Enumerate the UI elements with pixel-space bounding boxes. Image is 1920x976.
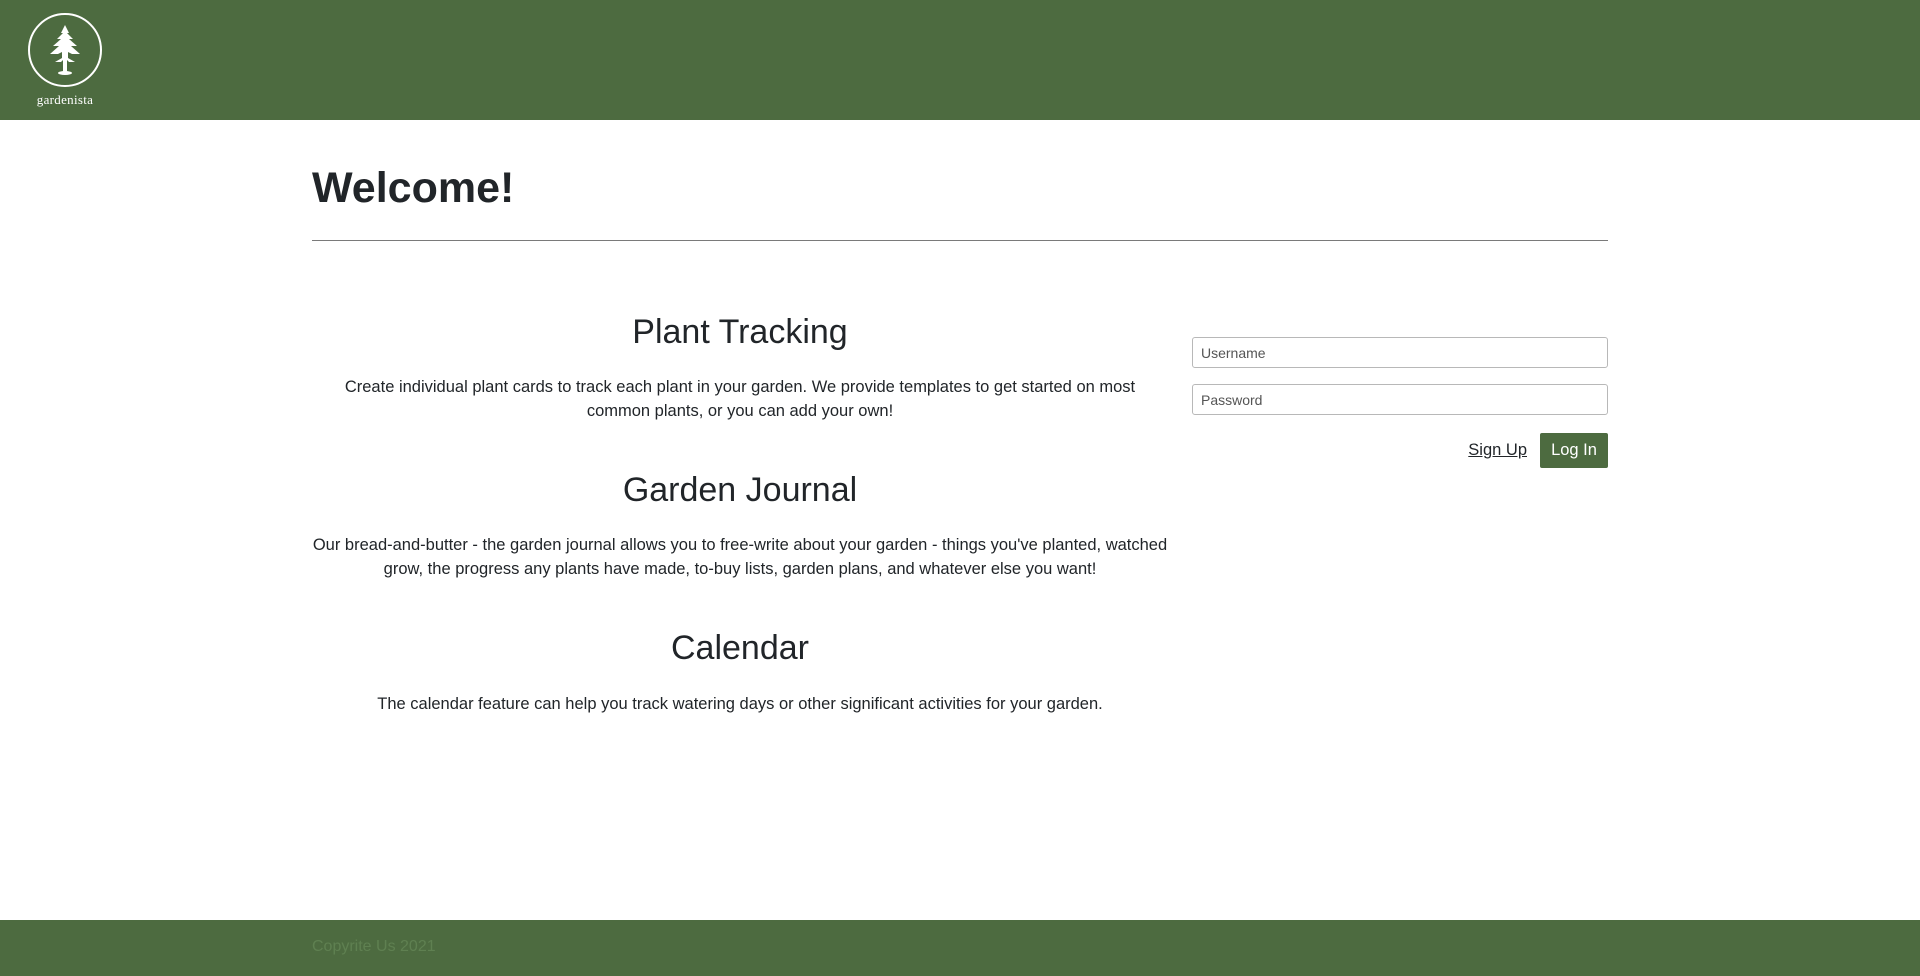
feature-desc-plant-tracking: Create individual plant cards to track e…: [344, 378, 1136, 420]
page-title: Welcome!: [312, 164, 515, 212]
logo-text: gardenista: [36, 92, 94, 107]
feature-title-calendar: Calendar: [671, 629, 809, 667]
login-form: Sign Up Log In: [1192, 337, 1608, 468]
sign-up-link[interactable]: Sign Up: [1468, 441, 1527, 460]
password-input[interactable]: [1192, 384, 1608, 415]
feature-title-garden-journal: Garden Journal: [622, 471, 858, 509]
title-divider: [312, 240, 1608, 241]
gardenista-logo[interactable]: gardenista: [28, 13, 102, 108]
header-bar: gardenista: [0, 0, 1920, 120]
login-actions: Sign Up Log In: [1192, 433, 1608, 468]
footer-bar: Copyrite Us 2021: [0, 920, 1920, 976]
log-in-button[interactable]: Log In: [1540, 433, 1608, 468]
username-input[interactable]: [1192, 337, 1608, 368]
feature-desc-garden-journal: Our bread-and-butter - the garden journa…: [312, 536, 1168, 578]
copyright-text: Copyrite Us 2021: [312, 938, 436, 955]
feature-desc-calendar: The calendar feature can help you track …: [377, 695, 1103, 713]
tree-icon: [28, 13, 102, 87]
feature-title-plant-tracking: Plant Tracking: [632, 313, 848, 351]
